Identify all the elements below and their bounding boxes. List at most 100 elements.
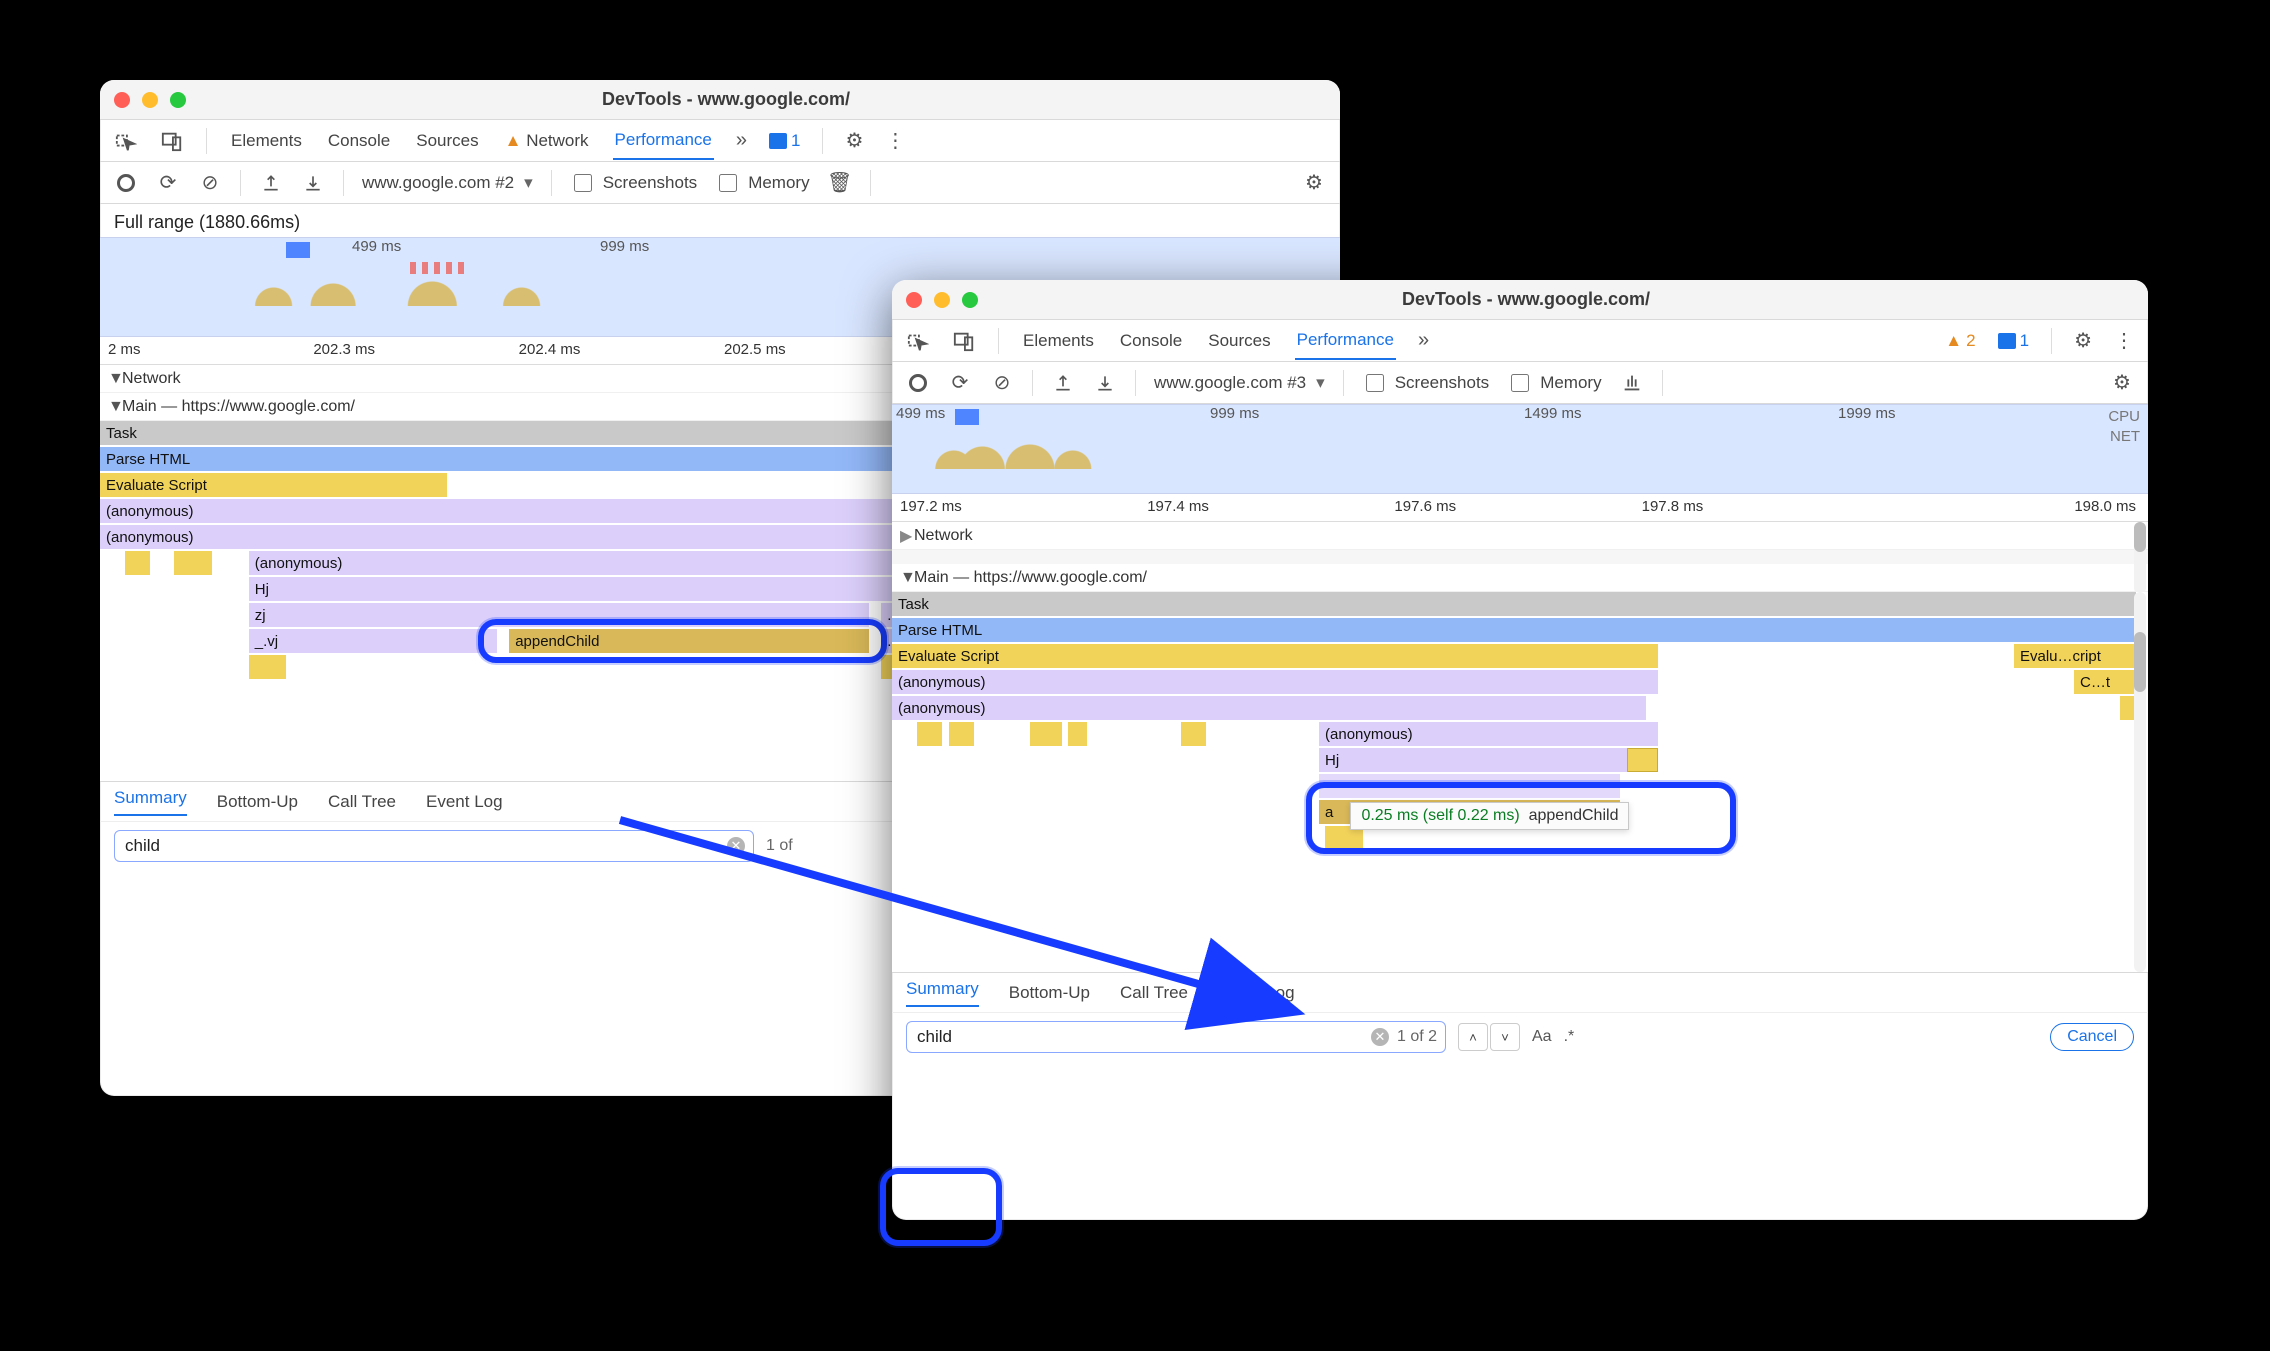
clear-button[interactable]: ⊘ xyxy=(198,171,222,195)
flame-chart[interactable]: Task Parse HTML Evaluate Script Evalu…cr… xyxy=(892,592,2148,972)
profile-select[interactable]: www.google.com #2 ▾ xyxy=(362,173,533,193)
timeline-overview[interactable]: 499 ms 999 ms 1499 ms 1999 ms CPU NET xyxy=(892,404,2148,494)
clear-button[interactable]: ⊘ xyxy=(990,371,1014,395)
flame-appendchild[interactable]: appendChild xyxy=(509,629,869,653)
tab-bottom-up[interactable]: Bottom-Up xyxy=(1009,983,1090,1003)
tab-call-tree[interactable]: Call Tree xyxy=(328,792,396,812)
tabs-more-icon[interactable]: » xyxy=(1418,329,1429,352)
flame-evaluate-script-2[interactable]: Evalu…cript xyxy=(2014,644,2134,668)
tab-performance[interactable]: Performance xyxy=(1295,322,1396,360)
close-icon[interactable] xyxy=(906,292,922,308)
gc-icon[interactable] xyxy=(1620,371,1644,395)
inspect-icon[interactable] xyxy=(906,329,930,353)
scrollbar-thumb[interactable] xyxy=(2134,522,2146,552)
record-button[interactable] xyxy=(906,371,930,395)
flame-stub-1[interactable] xyxy=(125,551,150,575)
flame-anon-3[interactable]: (anonymous) xyxy=(1319,722,1658,746)
search-input[interactable] xyxy=(123,835,727,857)
zoom-icon[interactable] xyxy=(962,292,978,308)
flame-parse-html[interactable]: Parse HTML xyxy=(892,618,2136,642)
track-network[interactable]: ▶Network xyxy=(892,522,2148,550)
next-result-icon[interactable]: ˅ xyxy=(1490,1023,1520,1051)
scrollbar-thumb[interactable] xyxy=(2134,632,2146,692)
flame-stub-3[interactable] xyxy=(249,655,286,679)
tab-console[interactable]: Console xyxy=(326,123,392,159)
upload-icon[interactable] xyxy=(1051,371,1075,395)
inspect-icon[interactable] xyxy=(114,129,138,153)
memory-toggle[interactable]: Memory xyxy=(1507,371,1601,395)
flame-anon-2[interactable]: (anonymous) xyxy=(892,696,1646,720)
kebab-menu-icon[interactable]: ⋮ xyxy=(885,128,905,153)
tab-elements[interactable]: Elements xyxy=(229,123,304,159)
tab-network[interactable]: ▲ Network xyxy=(503,123,591,159)
issues-counter[interactable]: 1 xyxy=(769,131,800,151)
flame-vj[interactable]: _.vj xyxy=(249,629,497,653)
settings-icon[interactable]: ⚙ xyxy=(845,128,863,153)
minimize-icon[interactable] xyxy=(934,292,950,308)
tab-event-log[interactable]: Event Log xyxy=(1218,983,1295,1003)
flame-ct[interactable]: C…t xyxy=(2074,670,2134,694)
reload-button[interactable]: ⟳ xyxy=(156,171,180,195)
capture-settings-icon[interactable]: ⚙ xyxy=(2110,371,2134,395)
tab-event-log[interactable]: Event Log xyxy=(426,792,503,812)
flame-stub-r[interactable] xyxy=(2120,696,2134,720)
device-toggle-icon[interactable] xyxy=(952,329,976,353)
clear-icon[interactable]: ✕ xyxy=(727,837,745,855)
regex-toggle[interactable]: .* xyxy=(1564,1028,1575,1046)
record-button[interactable] xyxy=(114,171,138,195)
flame-stub-3[interactable] xyxy=(1030,722,1061,746)
cancel-button[interactable]: Cancel xyxy=(2050,1023,2134,1051)
time-ruler[interactable]: 197.2 ms 197.4 ms 197.6 ms 197.8 ms 198.… xyxy=(892,494,2148,522)
tab-call-tree[interactable]: Call Tree xyxy=(1120,983,1188,1003)
minimize-icon[interactable] xyxy=(142,92,158,108)
tab-sources[interactable]: Sources xyxy=(1206,323,1272,359)
traffic-lights[interactable] xyxy=(906,292,978,308)
details-tabs: Summary Bottom-Up Call Tree Event Log xyxy=(892,972,2148,1012)
flame-stub-5[interactable] xyxy=(1181,722,1206,746)
flame-evaluate-script[interactable]: Evaluate Script xyxy=(100,473,447,497)
flame-sel-yellow[interactable] xyxy=(1627,748,1658,772)
tab-summary[interactable]: Summary xyxy=(906,979,979,1007)
capture-settings-icon[interactable]: ⚙ xyxy=(1302,171,1326,195)
upload-icon[interactable] xyxy=(259,171,283,195)
clear-icon[interactable]: ✕ xyxy=(1371,1028,1389,1046)
flame-hj[interactable]: Hj xyxy=(1319,748,1658,772)
flame-task[interactable]: Task xyxy=(892,592,2136,616)
profile-select[interactable]: www.google.com #3 ▾ xyxy=(1154,373,1325,393)
track-main[interactable]: ▼Main — https://www.google.com/ xyxy=(892,564,2148,592)
prev-result-icon[interactable]: ˄ xyxy=(1458,1023,1488,1051)
tab-console[interactable]: Console xyxy=(1118,323,1184,359)
issues-counter[interactable]: 1 xyxy=(1998,331,2029,351)
settings-icon[interactable]: ⚙ xyxy=(2074,328,2092,353)
flame-evaluate-script[interactable]: Evaluate Script xyxy=(892,644,1658,668)
trash-icon[interactable]: 🗑 xyxy=(828,171,852,195)
close-icon[interactable] xyxy=(114,92,130,108)
flame-under-a[interactable] xyxy=(1319,774,1620,798)
flame-stub-4[interactable] xyxy=(1068,722,1087,746)
match-case-toggle[interactable]: Aa xyxy=(1532,1028,1552,1046)
memory-toggle[interactable]: Memory xyxy=(715,171,809,195)
tab-bottom-up[interactable]: Bottom-Up xyxy=(217,792,298,812)
traffic-lights[interactable] xyxy=(114,92,186,108)
search-input[interactable] xyxy=(915,1026,1371,1048)
flame-stub-2[interactable] xyxy=(949,722,974,746)
flame-anon-1[interactable]: (anonymous) xyxy=(892,670,1658,694)
flame-stub-1[interactable] xyxy=(917,722,942,746)
flame-stub-2[interactable] xyxy=(174,551,211,575)
download-icon[interactable] xyxy=(301,171,325,195)
zoom-icon[interactable] xyxy=(170,92,186,108)
warnings-counter[interactable]: ▲2 xyxy=(1945,331,1975,351)
tab-sources[interactable]: Sources xyxy=(414,123,480,159)
tabs-more-icon[interactable]: » xyxy=(736,129,747,152)
kebab-menu-icon[interactable]: ⋮ xyxy=(2114,328,2134,353)
tab-performance[interactable]: Performance xyxy=(613,122,714,160)
device-toggle-icon[interactable] xyxy=(160,129,184,153)
tab-summary[interactable]: Summary xyxy=(114,788,187,816)
net-label: NET xyxy=(2108,427,2140,447)
screenshots-toggle[interactable]: Screenshots xyxy=(1362,371,1490,395)
screenshots-toggle[interactable]: Screenshots xyxy=(570,171,698,195)
reload-button[interactable]: ⟳ xyxy=(948,371,972,395)
download-icon[interactable] xyxy=(1093,371,1117,395)
tab-elements[interactable]: Elements xyxy=(1021,323,1096,359)
flame-zj[interactable]: zj xyxy=(249,603,869,627)
